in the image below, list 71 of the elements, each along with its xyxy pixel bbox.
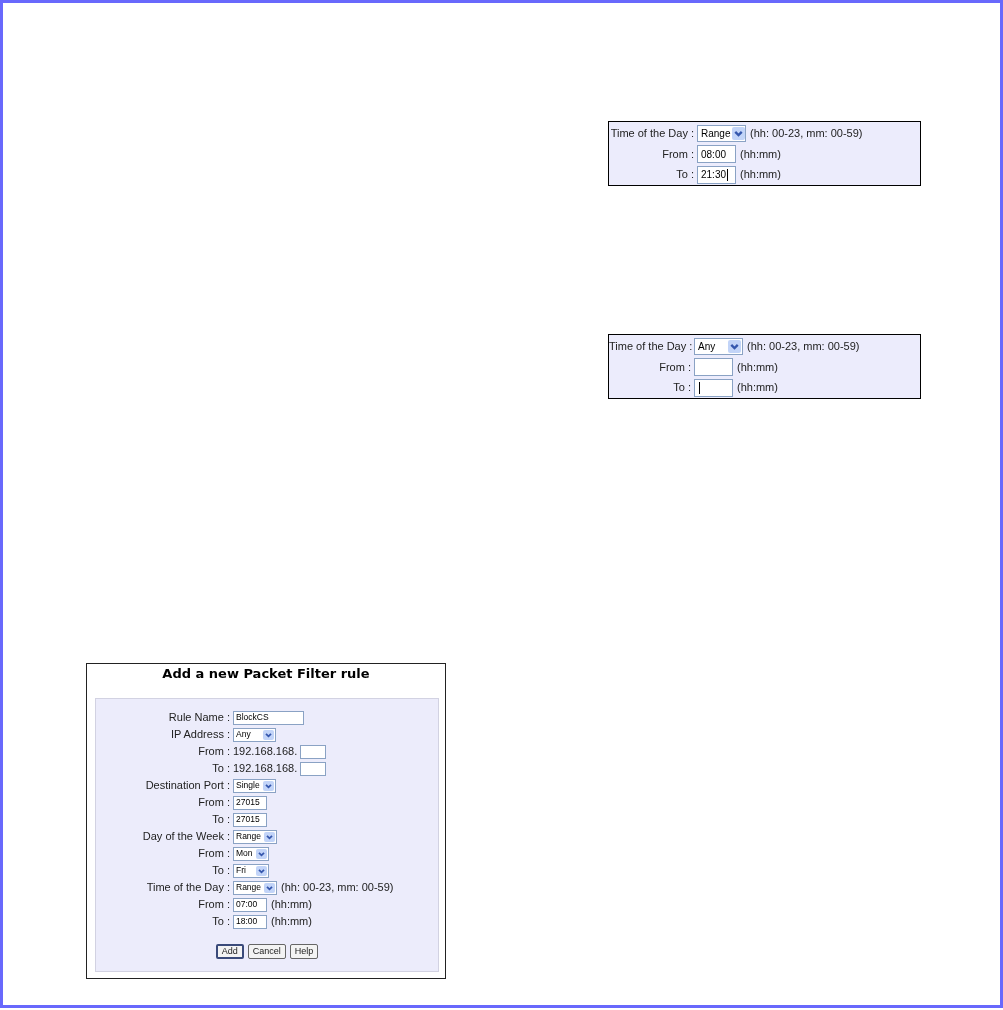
field-label: To :: [211, 812, 231, 828]
input-field[interactable]: [300, 761, 327, 776]
chevron-down-icon: [264, 831, 275, 842]
field-label: Destination Port :: [144, 778, 231, 794]
dropdown[interactable]: Any: [233, 727, 276, 742]
field-label: To :: [672, 380, 692, 396]
format-hint: (hh:mm): [740, 167, 781, 183]
dropdown[interactable]: Range: [233, 880, 277, 895]
chevron-down-icon: [264, 882, 275, 893]
ip-prefix: 192.168.168.: [233, 744, 298, 760]
input-field[interactable]: 18:00: [233, 914, 267, 929]
cancel-button[interactable]: Cancel: [247, 944, 286, 959]
chevron-down-icon: [256, 865, 267, 876]
field-label: Time of the Day :: [609, 339, 694, 355]
format-hint: (hh:mm): [740, 146, 781, 162]
field-label: From :: [197, 744, 231, 760]
dropdown-value: Range: [236, 881, 262, 894]
format-hint: (hh:mm): [737, 359, 778, 375]
chevron-down-icon: [263, 780, 274, 791]
format-hint: (hh: 00-23, mm: 00-59): [281, 880, 394, 896]
field-label: Day of the Week :: [141, 829, 231, 845]
dropdown-value: Single: [236, 779, 260, 792]
field-label: IP Address :: [169, 727, 231, 743]
dropdown[interactable]: Single: [233, 778, 276, 793]
help-button[interactable]: Help: [289, 944, 319, 959]
dropdown-value: Any: [698, 339, 716, 354]
input-field[interactable]: [300, 744, 327, 759]
dropdown[interactable]: Any: [694, 337, 743, 355]
dropdown[interactable]: Mon: [233, 846, 269, 861]
input-field[interactable]: [694, 378, 733, 397]
format-hint: (hh:mm): [271, 897, 312, 913]
field-label: From :: [197, 846, 231, 862]
input-field[interactable]: 27015: [233, 812, 267, 827]
dropdown[interactable]: Fri: [233, 863, 269, 878]
field-label: From :: [658, 359, 692, 375]
text-cursor-icon: [699, 381, 700, 394]
dropdown[interactable]: Range: [233, 829, 277, 844]
input-field[interactable]: 08:00: [697, 145, 736, 163]
chevron-down-icon: [256, 848, 267, 859]
text-cursor-icon: [727, 168, 729, 181]
input-field[interactable]: [694, 358, 733, 376]
dropdown-value: Mon: [236, 847, 253, 860]
ip-prefix: 192.168.168.: [233, 761, 298, 777]
field-label: From :: [197, 897, 231, 913]
format-hint: (hh:mm): [271, 914, 312, 930]
format-hint: (hh:mm): [737, 380, 778, 396]
dropdown-value: Any: [236, 728, 251, 741]
field-label: To :: [211, 863, 231, 879]
chevron-down-icon: [732, 126, 746, 140]
field-label: To :: [211, 914, 231, 930]
dropdown-value: Range: [701, 126, 731, 141]
chevron-down-icon: [263, 729, 274, 740]
dropdown-value: Fri: [236, 864, 246, 877]
format-hint: (hh: 00-23, mm: 00-59): [747, 339, 860, 355]
input-field[interactable]: BlockCS: [233, 710, 304, 725]
dropdown[interactable]: Range: [697, 124, 746, 142]
field-label: From :: [661, 146, 695, 162]
form-title: Add a new Packet Filter rule: [162, 666, 370, 680]
dropdown-value: Range: [236, 830, 262, 843]
field-label: Rule Name :: [167, 710, 231, 726]
field-label: From :: [197, 795, 231, 811]
field-label: To :: [675, 167, 695, 183]
format-hint: (hh: 00-23, mm: 00-59): [750, 126, 863, 142]
field-label: To :: [211, 761, 231, 777]
input-field[interactable]: 07:00: [233, 897, 267, 912]
field-label: Time of the Day :: [609, 126, 695, 142]
input-field[interactable]: 27015: [233, 795, 267, 810]
add-button[interactable]: Add: [215, 944, 244, 959]
input-field[interactable]: 21:30: [697, 165, 736, 184]
chevron-down-icon: [728, 339, 741, 353]
field-label: Time of the Day :: [145, 880, 231, 896]
